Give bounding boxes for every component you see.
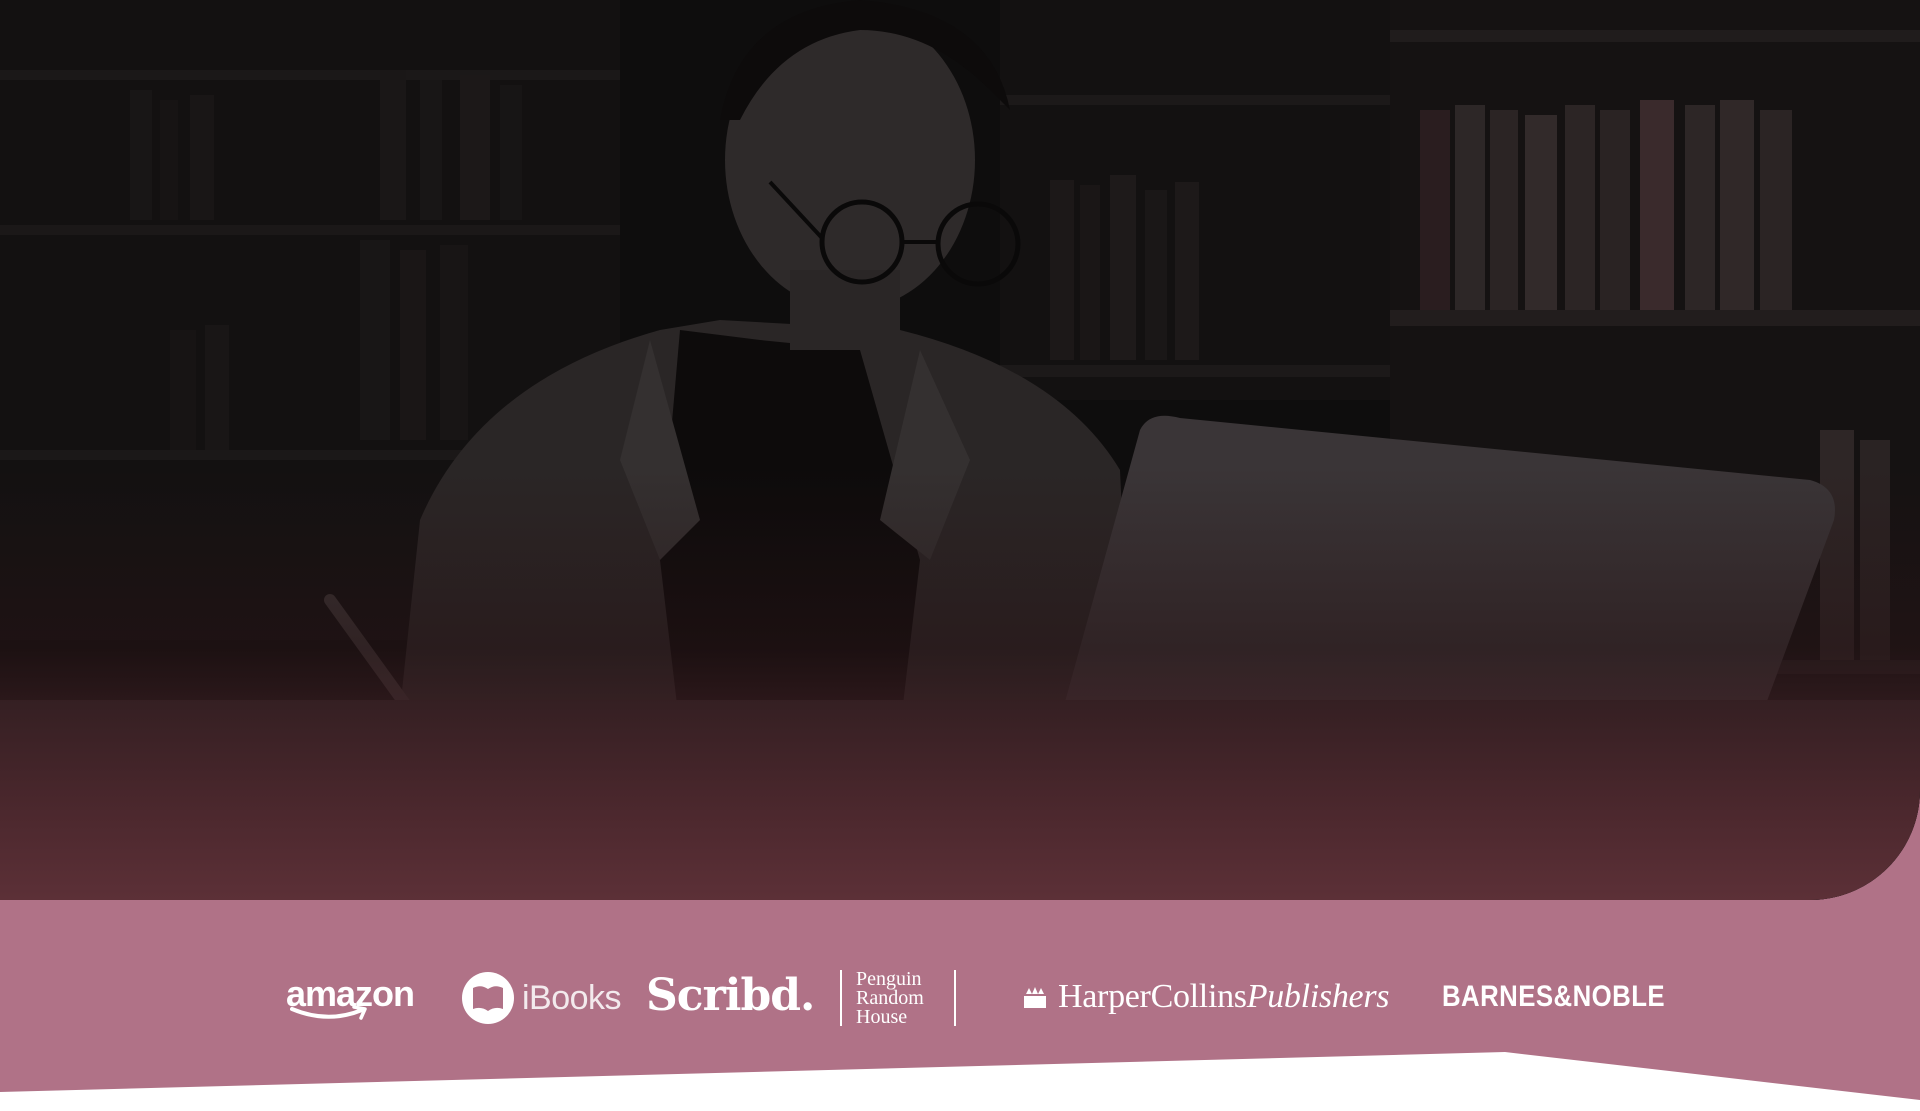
amazon-logo[interactable]: amazon [286, 976, 415, 1020]
barnes-and-noble-logo[interactable]: BARNES&NOBLE [1442, 980, 1701, 1014]
penguin-divider-right [954, 970, 956, 1026]
harpercollins-wordmark: HarperCollins [1058, 978, 1247, 1015]
penguin-line-3: House [856, 1006, 908, 1028]
barnes-and-noble-wordmark: BARNES&NOBLE [1442, 980, 1666, 1013]
penguin-divider-left [840, 970, 842, 1026]
hero-image [0, 0, 1920, 900]
ibooks-logo[interactable]: iBooks [462, 972, 622, 1024]
harpercollins-fire-water-icon [1024, 987, 1046, 1008]
ibooks-wordmark: iBooks [522, 978, 622, 1017]
penguin-wordmark: Penguin Random House [856, 969, 924, 1028]
ibooks-book-icon [462, 972, 514, 1024]
partner-logos: amazon iBooks Scribd. Penguin Random Hou… [0, 940, 1920, 1060]
amazon-smile-icon [290, 1006, 367, 1020]
scribd-wordmark: Scribd. [646, 970, 815, 1021]
harpercollins-publishers-wordmark: Publishers [1246, 978, 1390, 1015]
scribd-logo[interactable]: Scribd. [646, 968, 815, 1024]
hero-gradient-overlay [0, 0, 1920, 900]
harpercollins-logo[interactable]: HarperCollins Publishers [1022, 978, 1389, 1016]
